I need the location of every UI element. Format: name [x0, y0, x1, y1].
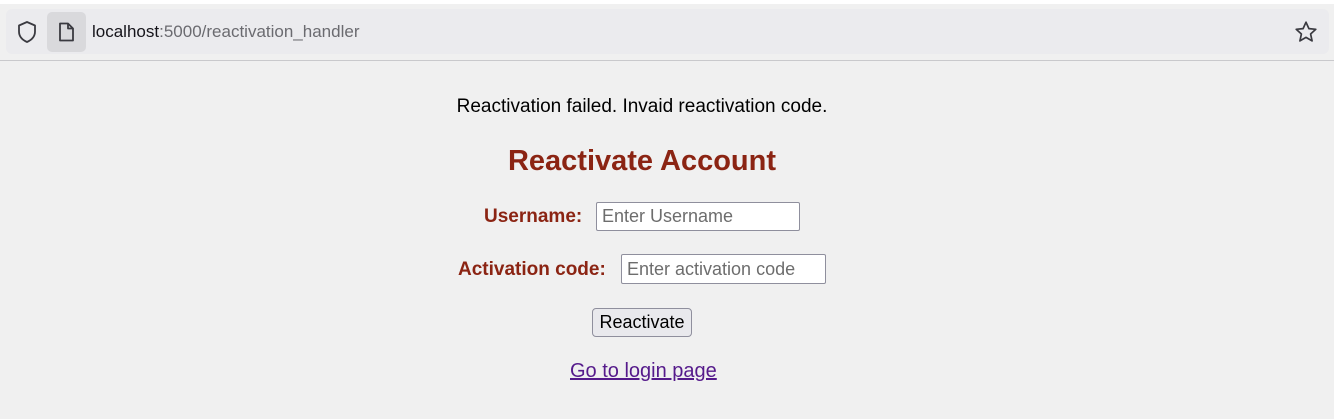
reactivate-button[interactable]: Reactivate: [592, 308, 692, 337]
username-input[interactable]: [596, 202, 800, 231]
shield-icon[interactable]: [16, 20, 38, 44]
activation-code-label: Activation code:: [458, 259, 606, 280]
url-host: localhost: [92, 22, 160, 41]
username-label: Username:: [484, 206, 583, 227]
toolbar-divider: [0, 60, 1334, 61]
url-text[interactable]: localhost:5000/reactivation_handler: [92, 22, 359, 42]
url-path: :5000/reactivation_handler: [159, 22, 360, 41]
error-message: Reactivation failed. Invaid reactivation…: [456, 96, 828, 117]
login-page-link[interactable]: Go to login page: [570, 359, 717, 383]
star-icon[interactable]: [1294, 20, 1318, 44]
page-title: Reactivate Account: [507, 145, 777, 177]
activation-code-input[interactable]: [621, 254, 826, 284]
page-info-button[interactable]: [47, 12, 86, 52]
browser-top-strip: [0, 0, 1334, 4]
